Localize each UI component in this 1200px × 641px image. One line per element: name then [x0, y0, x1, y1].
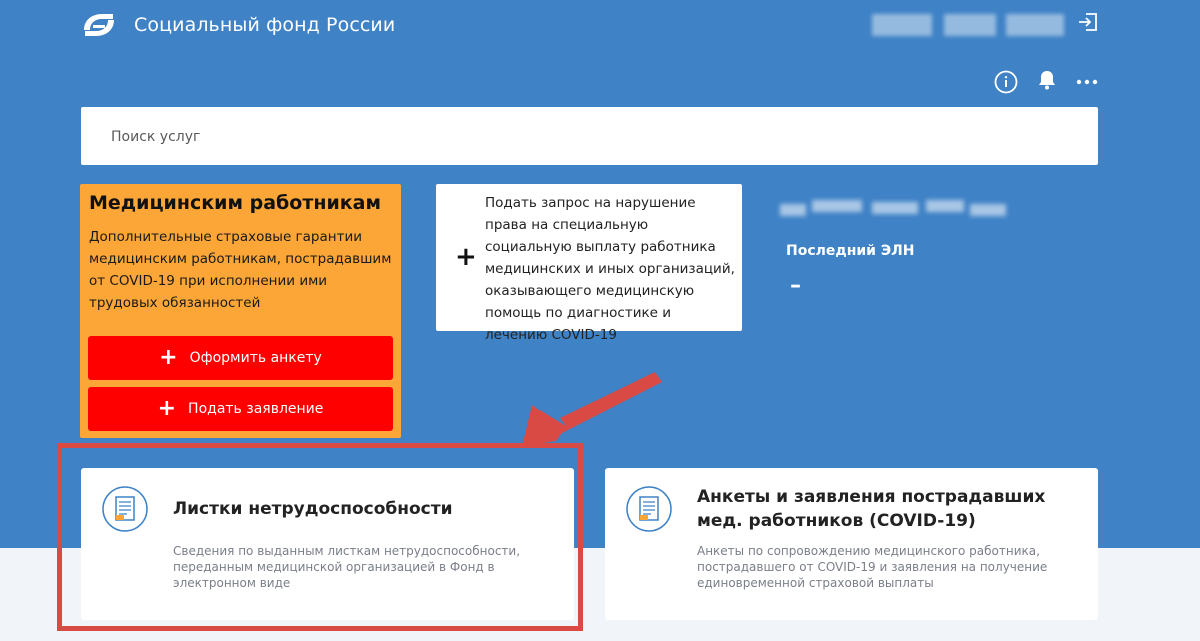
plus-icon: +	[157, 396, 177, 421]
notifications-bell-icon[interactable]	[1036, 68, 1058, 92]
more-menu-icon[interactable]	[1074, 72, 1100, 92]
brand-name[interactable]: Социальный фонд России	[134, 14, 395, 36]
search-input[interactable]	[109, 124, 1013, 150]
highlight-frame	[57, 443, 583, 631]
info-icon[interactable]	[994, 70, 1018, 94]
eln-info-blurred	[780, 196, 1008, 226]
last-eln-label: Последний ЭЛН	[786, 243, 915, 259]
fill-form-label: Оформить анкету	[189, 350, 322, 366]
plus-icon: +	[455, 242, 477, 272]
promo-title: Медицинским работникам	[89, 192, 382, 214]
violation-request-card[interactable]: + Подать запрос на нарушение права на сп…	[436, 184, 742, 343]
covid-applications-title: Анкеты и заявления пострадавших мед. раб…	[697, 487, 1046, 531]
submit-application-label: Подать заявление	[188, 401, 324, 417]
violation-request-text: Подать запрос на нарушение права на спец…	[485, 195, 735, 343]
covid-applications-description: Анкеты по сопровождению медицинского раб…	[697, 544, 1048, 590]
plus-icon: +	[159, 345, 178, 370]
logout-icon[interactable]	[1076, 10, 1100, 34]
top-bar: Социальный фонд России	[0, 0, 1200, 94]
search-box[interactable]	[81, 107, 1098, 165]
sfr-logo-icon[interactable]	[80, 8, 118, 42]
covid-applications-card[interactable]: Анкеты и заявления пострадавших мед. раб…	[605, 468, 1098, 620]
medical-workers-panel: Медицинским работникам Дополнительные ст…	[80, 184, 401, 438]
fill-form-button[interactable]: + Оформить анкету	[88, 336, 393, 380]
submit-application-button[interactable]: + Подать заявление	[88, 387, 393, 431]
user-name-blurred[interactable]	[872, 14, 1064, 36]
promo-description: Дополнительные страховые гарантии медици…	[89, 229, 392, 311]
last-eln-value: –	[790, 273, 801, 298]
document-icon	[626, 486, 672, 532]
